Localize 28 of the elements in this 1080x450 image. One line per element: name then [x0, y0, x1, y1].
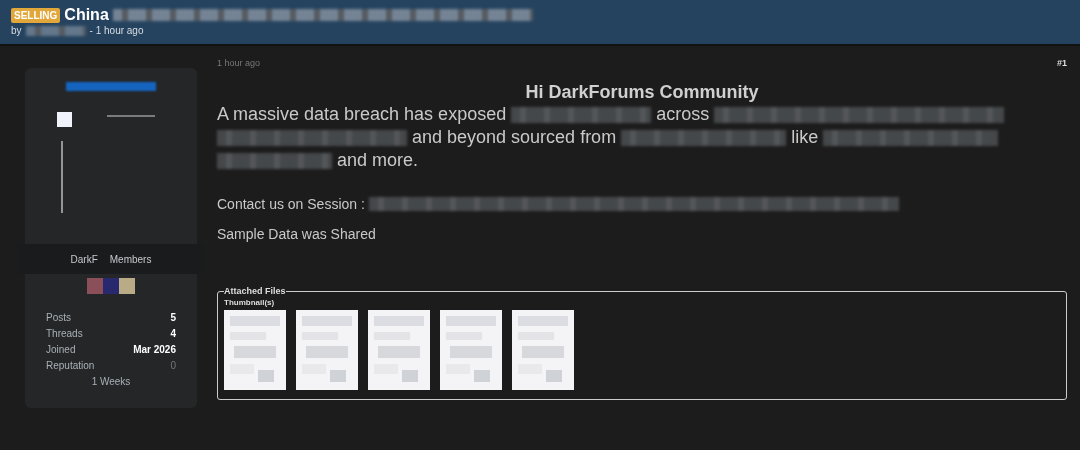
usergroup-label: Members — [109, 253, 152, 265]
contact-text: Contact us on Session : — [217, 196, 365, 212]
byline-label: by — [11, 25, 22, 36]
post-number-link[interactable]: #1 — [1057, 58, 1067, 68]
usergroup-label: DarkF — [70, 253, 98, 265]
member-age: 1 Weeks — [90, 376, 132, 387]
post-time: 1 hour ago — [217, 58, 261, 68]
post-heading: Hi DarkForums Community — [524, 82, 760, 103]
thread-title: China — [64, 6, 109, 24]
stat-label: Posts — [46, 312, 72, 323]
attachments-legend: Attached Files — [224, 286, 286, 296]
stat-value: Mar 2026 — [133, 344, 176, 355]
post-time: - 1 hour ago — [89, 25, 144, 36]
stat-value: 0 — [170, 360, 176, 371]
stat-value: 4 — [170, 328, 176, 339]
post-text: and more. — [337, 149, 419, 172]
post-text: A massive data breach has exposed — [217, 103, 507, 126]
redacted-text — [25, 25, 86, 36]
stat-label: Reputation — [46, 360, 96, 371]
post-text: across — [656, 103, 710, 126]
stat-label: Threads — [46, 328, 84, 339]
thumbnails-label: Thumbnail(s) — [224, 298, 276, 307]
post-text: Sample Data was Shared — [217, 226, 377, 242]
stat-label: Joined — [46, 344, 77, 355]
post-text: like — [791, 126, 819, 149]
post-text: and beyond sourced from — [412, 126, 617, 149]
selling-badge: SELLING — [11, 7, 61, 23]
stat-value: 5 — [170, 312, 176, 323]
